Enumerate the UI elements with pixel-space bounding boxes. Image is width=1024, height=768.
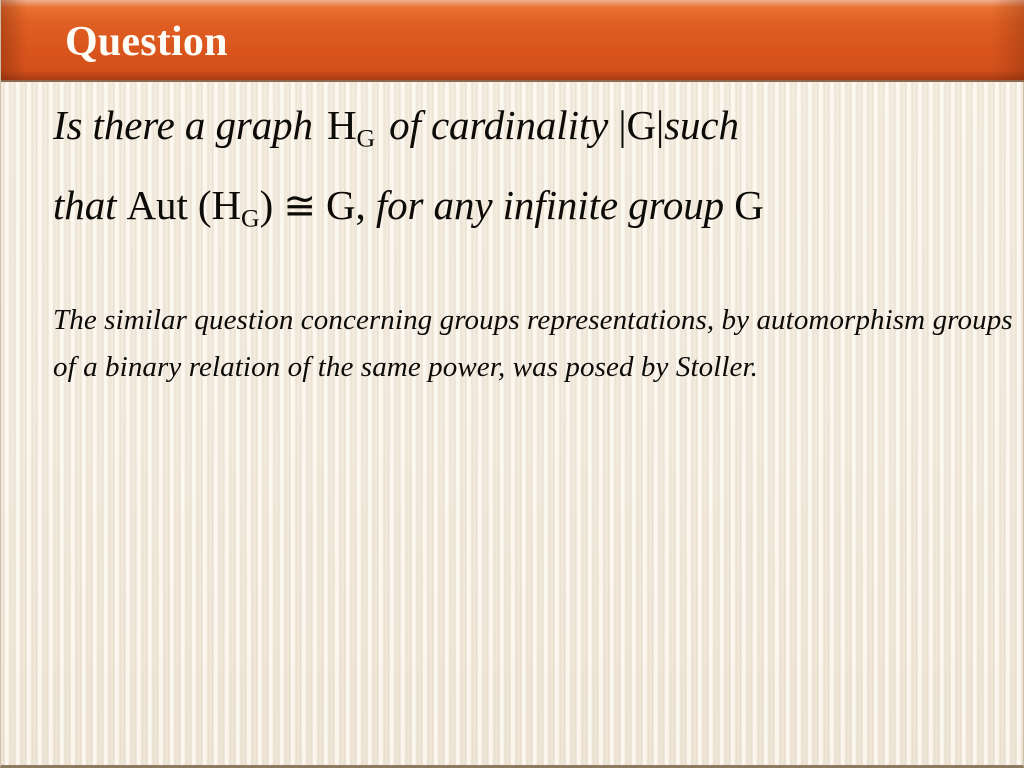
graph-symbol-subscript-1: G <box>356 123 376 153</box>
question-line2-part2: for any infinite group <box>375 181 725 228</box>
cardinality-bar-open: | <box>618 102 627 148</box>
question-line1-part1: Is there a graph <box>53 102 313 148</box>
cardinality-bar-close: | <box>656 102 665 148</box>
group-symbol-3: G <box>734 181 764 228</box>
page-title: Question <box>65 19 228 65</box>
group-symbol-2: G, <box>326 181 366 228</box>
aut-close: ) <box>259 181 274 228</box>
banner-top-highlight <box>1 0 1024 7</box>
slide-canvas: Question Is there a graph HG of cardinalit… <box>0 0 1024 768</box>
question-line1-part3: such <box>664 102 739 148</box>
banner-left-bevel <box>1 0 27 80</box>
secondary-note-paragraph: The similar question concerning groups r… <box>53 304 1013 384</box>
congruence-symbol: ≅ <box>283 184 316 228</box>
graph-symbol-base-2: H <box>211 181 241 228</box>
group-symbol-1: G <box>626 102 657 148</box>
graph-symbol-subscript-2: G <box>240 203 260 233</box>
question-line1-part2: of cardinality <box>389 102 609 148</box>
aut-open: Aut ( <box>126 181 212 228</box>
banner-bottom-shade <box>1 70 1024 80</box>
graph-symbol-base-1: H <box>326 102 357 148</box>
slide-body: Is there a graph HG of cardinality |G|such… <box>53 92 1018 391</box>
question-line2-part1: that <box>53 181 117 228</box>
banner-right-bevel <box>991 0 1024 80</box>
main-question-paragraph: Is there a graph HG of cardinality |G|such… <box>53 92 1018 251</box>
slide-title-banner: Question <box>1 0 1024 82</box>
